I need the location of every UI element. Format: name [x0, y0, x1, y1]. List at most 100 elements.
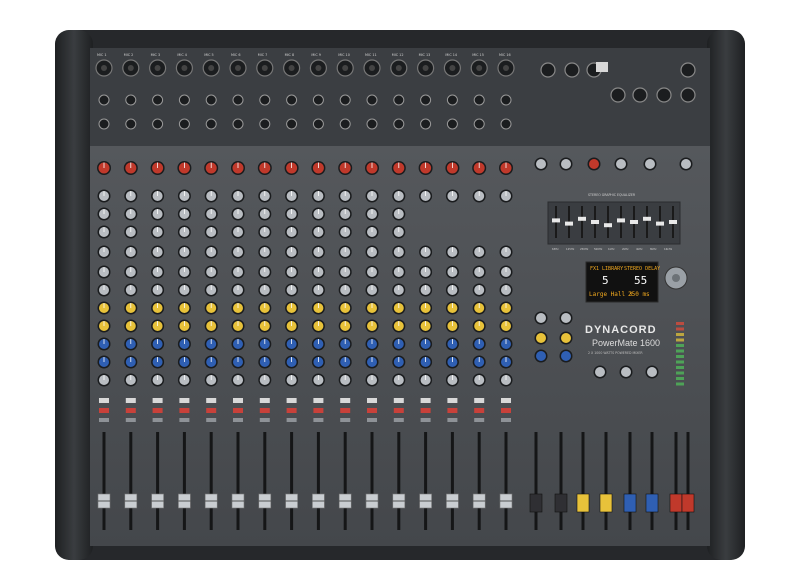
- pfl-button[interactable]: [474, 408, 485, 413]
- line-jack[interactable]: [420, 94, 432, 106]
- pfl-button[interactable]: [179, 408, 190, 413]
- pfl-button[interactable]: [152, 408, 163, 413]
- line-jack[interactable]: [205, 94, 217, 106]
- geq-slider[interactable]: [578, 216, 586, 221]
- insert-jack[interactable]: [286, 118, 298, 130]
- bus-button[interactable]: [125, 418, 136, 422]
- geq-slider[interactable]: [552, 218, 560, 223]
- pfl-button[interactable]: [501, 408, 511, 413]
- insert-jack[interactable]: [205, 118, 217, 130]
- output-jack[interactable]: [564, 62, 580, 78]
- bus-button[interactable]: [99, 418, 109, 422]
- geq-slider[interactable]: [591, 220, 599, 224]
- bus-button[interactable]: [501, 418, 511, 422]
- master-knob[interactable]: [681, 159, 691, 169]
- mute-button[interactable]: [233, 398, 243, 403]
- geq-slider[interactable]: [643, 216, 651, 221]
- bus-button[interactable]: [340, 418, 351, 422]
- line-jack[interactable]: [500, 94, 512, 106]
- master-fader-cap[interactable]: [645, 493, 659, 513]
- mute-button[interactable]: [420, 398, 431, 403]
- insert-jack[interactable]: [393, 118, 405, 130]
- master-knob[interactable]: [536, 313, 546, 323]
- insert-jack[interactable]: [125, 118, 137, 130]
- insert-jack[interactable]: [446, 118, 458, 130]
- insert-jack[interactable]: [259, 118, 271, 130]
- line-jack[interactable]: [232, 94, 244, 106]
- line-jack[interactable]: [259, 94, 271, 106]
- insert-jack[interactable]: [152, 118, 164, 130]
- pfl-button[interactable]: [393, 408, 404, 413]
- pfl-button[interactable]: [233, 408, 243, 413]
- output-jack[interactable]: [680, 87, 696, 103]
- bus-button[interactable]: [420, 418, 431, 422]
- geq-slider[interactable]: [604, 223, 612, 228]
- master-fader-cap[interactable]: [623, 493, 637, 513]
- output-jack[interactable]: [656, 87, 672, 103]
- mute-button[interactable]: [501, 398, 511, 403]
- master-knob[interactable]: [561, 333, 571, 343]
- mute-button[interactable]: [393, 398, 404, 403]
- line-jack[interactable]: [366, 94, 378, 106]
- master-knob[interactable]: [561, 351, 571, 361]
- output-jack[interactable]: [610, 87, 626, 103]
- master-knob[interactable]: [589, 159, 599, 169]
- pfl-button[interactable]: [206, 408, 217, 413]
- master-knob[interactable]: [536, 351, 546, 361]
- bus-button[interactable]: [206, 418, 217, 422]
- master-fader-cap[interactable]: [681, 493, 695, 513]
- line-jack[interactable]: [393, 94, 405, 106]
- insert-jack[interactable]: [339, 118, 351, 130]
- line-jack[interactable]: [152, 94, 164, 106]
- mute-button[interactable]: [99, 398, 109, 403]
- mute-button[interactable]: [313, 398, 324, 403]
- master-fader-cap[interactable]: [576, 493, 590, 513]
- bus-button[interactable]: [286, 418, 297, 422]
- insert-jack[interactable]: [312, 118, 324, 130]
- bus-button[interactable]: [179, 418, 190, 422]
- line-jack[interactable]: [286, 94, 298, 106]
- master-fader-cap[interactable]: [554, 493, 568, 513]
- line-jack[interactable]: [473, 94, 485, 106]
- line-jack[interactable]: [339, 94, 351, 106]
- bus-button[interactable]: [393, 418, 404, 422]
- line-jack[interactable]: [125, 94, 137, 106]
- mute-button[interactable]: [259, 398, 270, 403]
- output-jack[interactable]: [680, 62, 696, 78]
- master-knob[interactable]: [561, 159, 571, 169]
- insert-jack[interactable]: [473, 118, 485, 130]
- pfl-button[interactable]: [125, 408, 136, 413]
- bus-button[interactable]: [313, 418, 324, 422]
- line-jack[interactable]: [98, 94, 110, 106]
- master-knob[interactable]: [645, 159, 655, 169]
- geq-slider[interactable]: [617, 218, 625, 223]
- output-jack[interactable]: [540, 62, 556, 78]
- line-jack[interactable]: [312, 94, 324, 106]
- mute-button[interactable]: [286, 398, 297, 403]
- bus-button[interactable]: [152, 418, 163, 422]
- line-jack[interactable]: [178, 94, 190, 106]
- insert-jack[interactable]: [500, 118, 512, 130]
- bus-button[interactable]: [233, 418, 243, 422]
- geq-slider[interactable]: [630, 220, 638, 224]
- bus-button[interactable]: [367, 418, 377, 422]
- insert-jack[interactable]: [232, 118, 244, 130]
- geq-slider[interactable]: [669, 220, 677, 224]
- pfl-button[interactable]: [420, 408, 431, 413]
- bus-button[interactable]: [474, 418, 485, 422]
- master-fader-cap[interactable]: [599, 493, 613, 513]
- pfl-button[interactable]: [313, 408, 324, 413]
- mute-button[interactable]: [179, 398, 190, 403]
- master-knob[interactable]: [536, 333, 546, 343]
- insert-jack[interactable]: [178, 118, 190, 130]
- mute-button[interactable]: [340, 398, 351, 403]
- bus-button[interactable]: [259, 418, 270, 422]
- mute-button[interactable]: [474, 398, 485, 403]
- insert-jack[interactable]: [420, 118, 432, 130]
- output-jack[interactable]: [632, 87, 648, 103]
- mute-button[interactable]: [206, 398, 217, 403]
- mute-button[interactable]: [447, 398, 458, 403]
- pfl-button[interactable]: [259, 408, 270, 413]
- master-knob[interactable]: [621, 367, 631, 377]
- geq-slider[interactable]: [656, 221, 664, 226]
